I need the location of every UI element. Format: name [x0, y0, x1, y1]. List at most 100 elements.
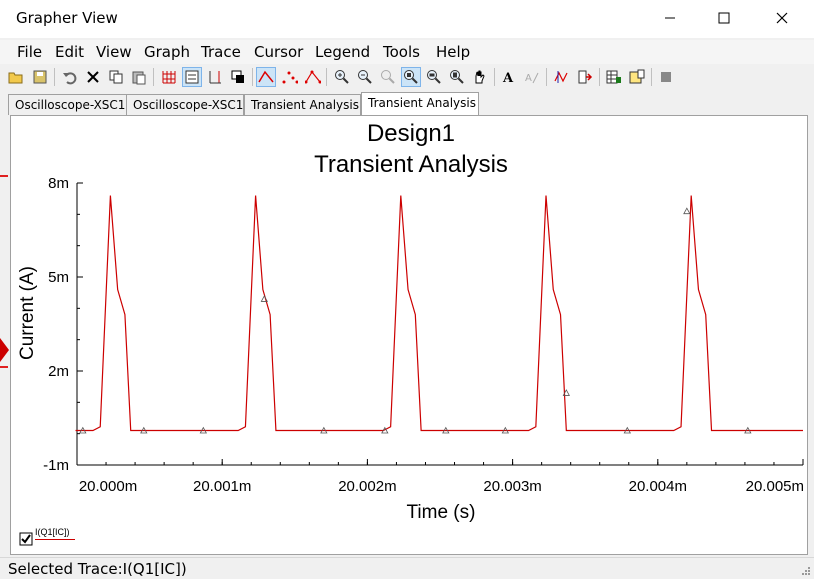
paste-button[interactable]	[129, 67, 149, 87]
svg-text:A: A	[525, 73, 532, 84]
export-data-icon	[606, 70, 621, 84]
trace-marker	[260, 295, 268, 302]
trace-line-button[interactable]	[256, 67, 276, 87]
text-button[interactable]: A	[499, 67, 519, 87]
legend-checkbox[interactable]	[19, 532, 33, 546]
grid-icon	[162, 71, 176, 84]
pan-icon	[475, 70, 485, 84]
x-tick-label: 20.005m	[746, 478, 804, 495]
maximize-button[interactable]	[700, 0, 748, 36]
open-button[interactable]	[6, 67, 26, 87]
copy-button[interactable]	[106, 67, 126, 87]
zoom-area-icon	[450, 70, 464, 84]
overlay-button[interactable]	[228, 67, 248, 87]
chart-subtitle: Transient Analysis	[314, 151, 508, 178]
font-color-button[interactable]: A	[522, 67, 542, 87]
minimize-button[interactable]	[646, 0, 694, 36]
menu-trace[interactable]: Trace	[201, 43, 241, 61]
x-tick-label: 20.002m	[338, 478, 396, 495]
y-tick-label: 5m	[48, 269, 69, 286]
trace-points-button[interactable]	[280, 67, 300, 87]
legend-icon	[185, 70, 199, 84]
zoom-y-button[interactable]	[424, 67, 444, 87]
open-icon	[8, 72, 23, 84]
close-button[interactable]	[758, 0, 806, 36]
tab-transient-analysis-b[interactable]: Transient Analysis	[361, 92, 479, 116]
cursors-icon	[554, 71, 568, 83]
menu-edit[interactable]: Edit	[55, 43, 84, 61]
edge-marker	[0, 175, 8, 177]
trace-line-icon	[258, 70, 274, 83]
menu-file[interactable]: File	[17, 43, 42, 61]
transient-chart[interactable]: Design1 Transient Analysis 8m 5m 2m -1m 20.0…	[11, 116, 807, 554]
text-icon: A	[502, 71, 514, 85]
zoom-area-button[interactable]	[447, 67, 467, 87]
undo-button[interactable]	[60, 67, 80, 87]
resize-grip-icon[interactable]	[801, 566, 811, 576]
x-tick-label: 20.003m	[483, 478, 541, 495]
x-axis-label: Time (s)	[407, 502, 476, 523]
export-button[interactable]	[575, 67, 595, 87]
chart-title: Design1	[367, 120, 455, 147]
stop-button[interactable]	[656, 67, 676, 87]
menu-bar: File Edit View Graph Trace Cursor Legend…	[0, 40, 814, 64]
legend-button[interactable]	[182, 67, 202, 87]
title-bar: Grapher View	[0, 0, 814, 38]
tab-oscilloscope-xsc1-b[interactable]: Oscilloscope-XSC1	[126, 94, 244, 115]
export-data-button[interactable]	[604, 67, 624, 87]
undo-icon	[63, 72, 77, 85]
print-button[interactable]	[627, 67, 647, 87]
zoom-x-button[interactable]	[401, 67, 421, 87]
edge-marker	[0, 366, 8, 368]
grid-button[interactable]	[159, 67, 179, 87]
trace-marker	[683, 207, 691, 215]
zoom-in-icon	[335, 70, 349, 84]
cursors-button[interactable]	[552, 67, 572, 87]
save-icon	[33, 70, 47, 84]
zoom-x-icon	[404, 70, 418, 84]
dual-axis-button[interactable]	[205, 67, 225, 87]
svg-text:A: A	[502, 71, 514, 85]
menu-view[interactable]: View	[96, 43, 132, 61]
font-color-icon: A	[525, 72, 539, 84]
y-tick-label: -1m	[43, 457, 69, 474]
trace-line-points-icon	[305, 70, 321, 84]
y-tick-label: 2m	[48, 363, 69, 380]
x-tick-label: 20.000m	[79, 478, 137, 495]
pan-button[interactable]	[470, 67, 490, 87]
window-title: Grapher View	[16, 9, 118, 27]
zoom-full-button[interactable]	[378, 67, 398, 87]
dual-axis-icon	[209, 71, 221, 84]
menu-help[interactable]: Help	[436, 43, 470, 61]
status-text: Selected Trace:I(Q1[IC])	[8, 560, 187, 578]
trace-points-icon	[282, 71, 298, 84]
paste-icon	[132, 71, 146, 85]
menu-graph[interactable]: Graph	[144, 43, 190, 61]
tab-transient-analysis-a[interactable]: Transient Analysis	[244, 94, 361, 115]
delete-icon	[87, 71, 99, 83]
menu-cursor[interactable]: Cursor	[254, 43, 303, 61]
legend-swatch	[35, 539, 75, 540]
zoom-full-icon	[381, 70, 395, 84]
zoom-out-button[interactable]	[355, 67, 375, 87]
trace-line-points-button[interactable]	[303, 67, 323, 87]
save-button[interactable]	[30, 67, 50, 87]
zoom-in-button[interactable]	[332, 67, 352, 87]
print-icon	[629, 69, 645, 84]
stop-icon	[661, 72, 671, 82]
tab-oscilloscope-xsc1-a[interactable]: Oscilloscope-XSC1	[8, 94, 127, 115]
overlay-icon	[231, 70, 244, 83]
menu-legend[interactable]: Legend	[315, 43, 370, 61]
minimize-icon	[665, 17, 675, 19]
legend: I(Q1[IC])	[19, 527, 139, 551]
toolbar: A A	[4, 66, 810, 90]
menu-tools[interactable]: Tools	[383, 43, 420, 61]
export-icon	[578, 70, 593, 84]
graph-panel: Design1 Transient Analysis 8m 5m 2m -1m 20.0…	[10, 115, 808, 555]
edge-arrow-icon	[0, 338, 9, 362]
x-tick-label: 20.004m	[629, 478, 687, 495]
y-tick-label: 8m	[48, 175, 69, 192]
delete-button[interactable]	[83, 67, 103, 87]
legend-label: I(Q1[IC])	[35, 527, 70, 537]
copy-icon	[109, 70, 123, 84]
